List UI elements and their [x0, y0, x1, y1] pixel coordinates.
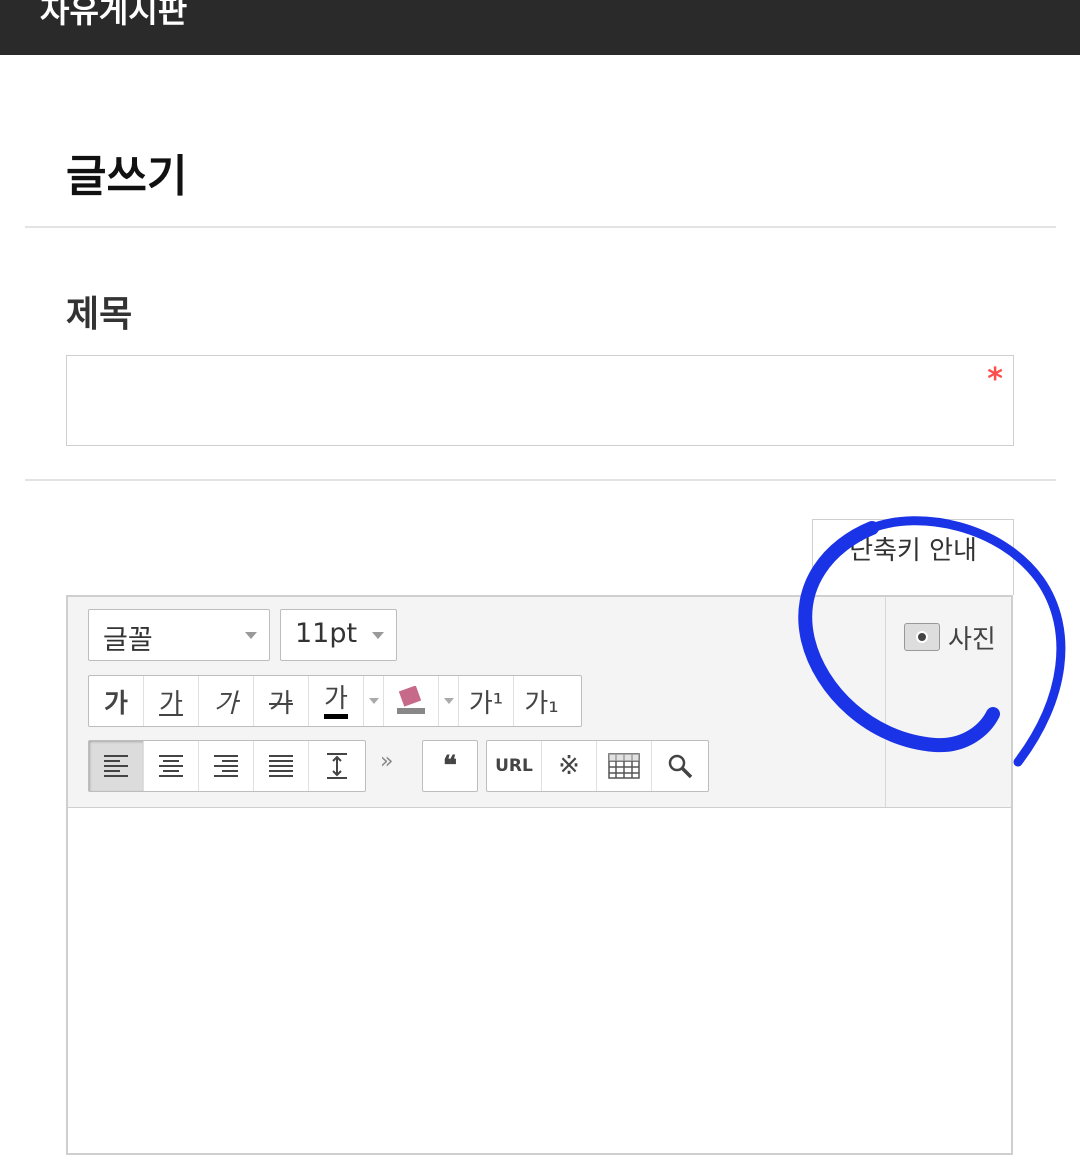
rich-text-editor: 글꼴 11pt 사진 가 가 가 가 가 가¹ 가₁ » ❝ URL ※: [66, 595, 1013, 1155]
font-size-select[interactable]: 11pt: [280, 609, 397, 661]
font-family-select[interactable]: 글꼴: [88, 609, 270, 661]
font-family-value: 글꼴: [103, 625, 153, 656]
italic-icon: 가: [214, 688, 238, 719]
align-center-button[interactable]: [144, 741, 199, 791]
quote-group: ❝: [422, 740, 478, 792]
subscript-button[interactable]: 가₁: [514, 676, 569, 726]
subject-input[interactable]: [67, 356, 1013, 445]
header-bar: 자유게시판: [0, 0, 1080, 55]
page-title: 글쓰기: [66, 151, 188, 202]
chevron-down-icon: [372, 632, 384, 639]
text-format-group: 가 가 가 가 가 가¹ 가₁: [88, 675, 582, 727]
underline-button[interactable]: 가: [144, 676, 199, 726]
bold-icon: 가: [104, 688, 128, 719]
photo-label: 사진: [948, 624, 996, 655]
superscript-icon: 가¹: [468, 688, 504, 719]
insert-group: URL ※: [486, 740, 709, 792]
line-height-icon: [326, 753, 347, 779]
align-left-icon: [104, 755, 128, 777]
chevron-down-icon: [443, 698, 454, 704]
divider: [25, 226, 1056, 228]
line-height-button[interactable]: [309, 741, 364, 791]
board-title: 자유게시판: [40, 0, 188, 30]
special-char-button[interactable]: ※: [542, 741, 597, 791]
quote-icon: ❝: [443, 751, 457, 781]
align-right-icon: [214, 755, 238, 777]
align-right-button[interactable]: [199, 741, 254, 791]
photo-upload-button[interactable]: 사진: [904, 617, 996, 657]
toolbar-divider: [885, 597, 886, 807]
superscript-button[interactable]: 가¹: [459, 676, 514, 726]
table-icon: [608, 753, 640, 779]
text-color-dropdown[interactable]: [364, 676, 384, 726]
highlight-color-button[interactable]: [384, 676, 439, 726]
alignment-group: [88, 740, 366, 792]
chevron-down-icon: [245, 632, 257, 639]
shortcut-guide-button[interactable]: 단축키 안내: [812, 519, 1014, 595]
underline-icon: 가: [159, 688, 183, 719]
editor-content-area[interactable]: [68, 808, 1011, 1153]
align-justify-button[interactable]: [254, 741, 309, 791]
text-color-button[interactable]: 가: [309, 676, 364, 726]
subject-label: 제목: [66, 294, 133, 335]
find-button[interactable]: [652, 741, 707, 791]
text-color-icon: 가: [324, 684, 348, 719]
divider: [25, 479, 1056, 481]
search-icon: [668, 754, 692, 779]
subscript-icon: 가₁: [524, 688, 559, 719]
align-center-icon: [159, 755, 183, 777]
more-tools-button[interactable]: »: [380, 749, 393, 774]
strikethrough-icon: 가: [269, 688, 293, 719]
required-mark: *: [987, 362, 1003, 397]
url-button[interactable]: URL: [487, 741, 542, 791]
italic-button[interactable]: 가: [199, 676, 254, 726]
align-left-button[interactable]: [89, 741, 144, 791]
font-size-value: 11pt: [295, 618, 358, 649]
camera-icon: [904, 623, 940, 651]
chevron-down-icon: [368, 698, 379, 704]
special-char-icon: ※: [558, 751, 580, 781]
link-icon: URL: [495, 756, 533, 776]
quote-button[interactable]: ❝: [423, 741, 477, 791]
align-justify-icon: [269, 755, 293, 777]
editor-toolbar: 글꼴 11pt 사진 가 가 가 가 가 가¹ 가₁ » ❝ URL ※: [68, 597, 1011, 808]
highlighter-icon: [397, 686, 425, 714]
strikethrough-button[interactable]: 가: [254, 676, 309, 726]
highlight-color-dropdown[interactable]: [439, 676, 459, 726]
bold-button[interactable]: 가: [89, 676, 144, 726]
table-button[interactable]: [597, 741, 652, 791]
subject-field[interactable]: *: [66, 355, 1014, 446]
